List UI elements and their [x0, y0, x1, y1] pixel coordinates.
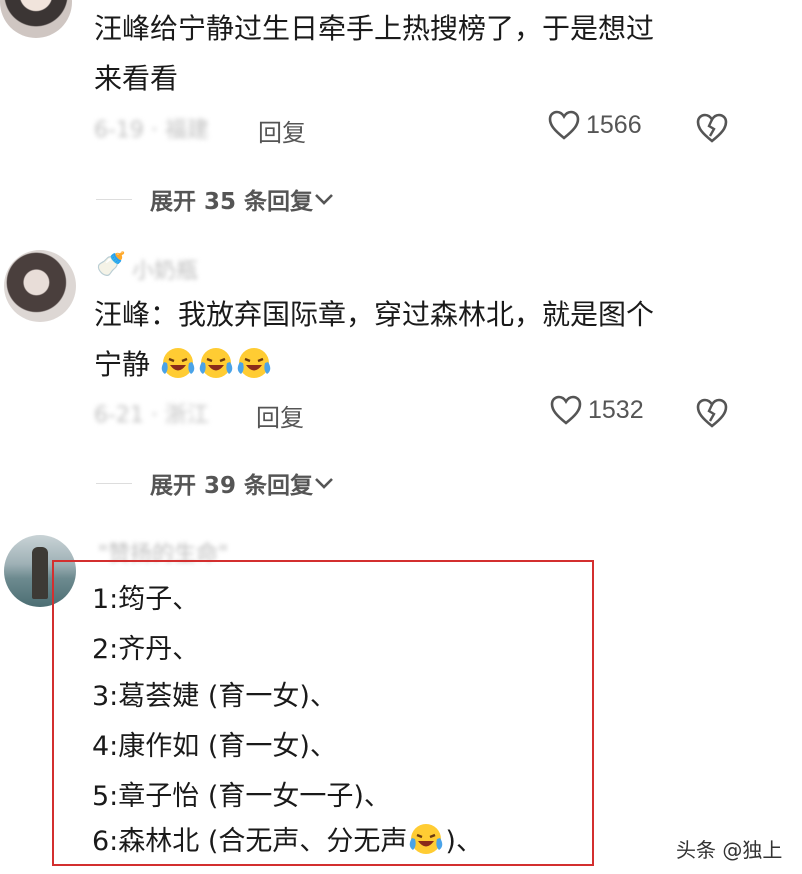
avatar[interactable]: [4, 250, 76, 322]
chevron-down-icon: [315, 478, 333, 489]
list-item: 2:齐丹、: [92, 634, 200, 665]
laughing-tears-emoji: [237, 348, 271, 378]
broken-heart-icon[interactable]: [696, 112, 728, 144]
like-count: 1532: [588, 395, 644, 424]
expand-replies-button[interactable]: 展开 39 条回复: [96, 466, 335, 500]
watermark: 头条 @独上: [676, 838, 783, 862]
like-button[interactable]: 1532: [550, 395, 644, 425]
list-item: 4:康作如 (育一女)、: [92, 731, 337, 762]
baby-bottle-icon: 🍼: [96, 250, 126, 278]
reply-button[interactable]: 回复: [256, 398, 304, 433]
comment-meta: 6-19 · 福建: [94, 118, 209, 143]
comment-text: 汪峰给宁静过生日牵手上热搜榜了，于是想过 来看看: [94, 12, 655, 95]
laughing-tears-emoji: [199, 348, 233, 378]
expand-replies-button[interactable]: 展开 35 条回复: [96, 182, 335, 216]
divider: [96, 482, 132, 484]
reply-button[interactable]: 回复: [258, 113, 306, 148]
avatar[interactable]: [0, 0, 72, 38]
heart-outline-icon: [548, 110, 580, 140]
broken-heart-icon[interactable]: [696, 397, 728, 429]
comment-meta: 6-21 · 浙江: [94, 403, 209, 428]
heart-outline-icon: [550, 395, 582, 425]
like-button[interactable]: 1566: [548, 110, 642, 140]
list-item: 6:森林北 (合无声、分无声)、: [92, 822, 483, 862]
laughing-tears-emoji: [410, 824, 443, 854]
divider: [96, 198, 132, 200]
list-item: 5:章子怡 (育一女一子)、: [92, 781, 391, 812]
username[interactable]: 小奶瓶: [132, 253, 198, 285]
laughing-tears-emoji: [161, 348, 195, 378]
list-item: 3:葛荟婕 (育一女)、: [92, 681, 337, 712]
like-count: 1566: [586, 110, 642, 139]
list-item: 1:筠子、: [92, 584, 200, 615]
chevron-down-icon: [315, 194, 333, 205]
comment-text: 汪峰：我放弃国际章，穿过森林北，就是图个 宁静: [94, 298, 655, 381]
